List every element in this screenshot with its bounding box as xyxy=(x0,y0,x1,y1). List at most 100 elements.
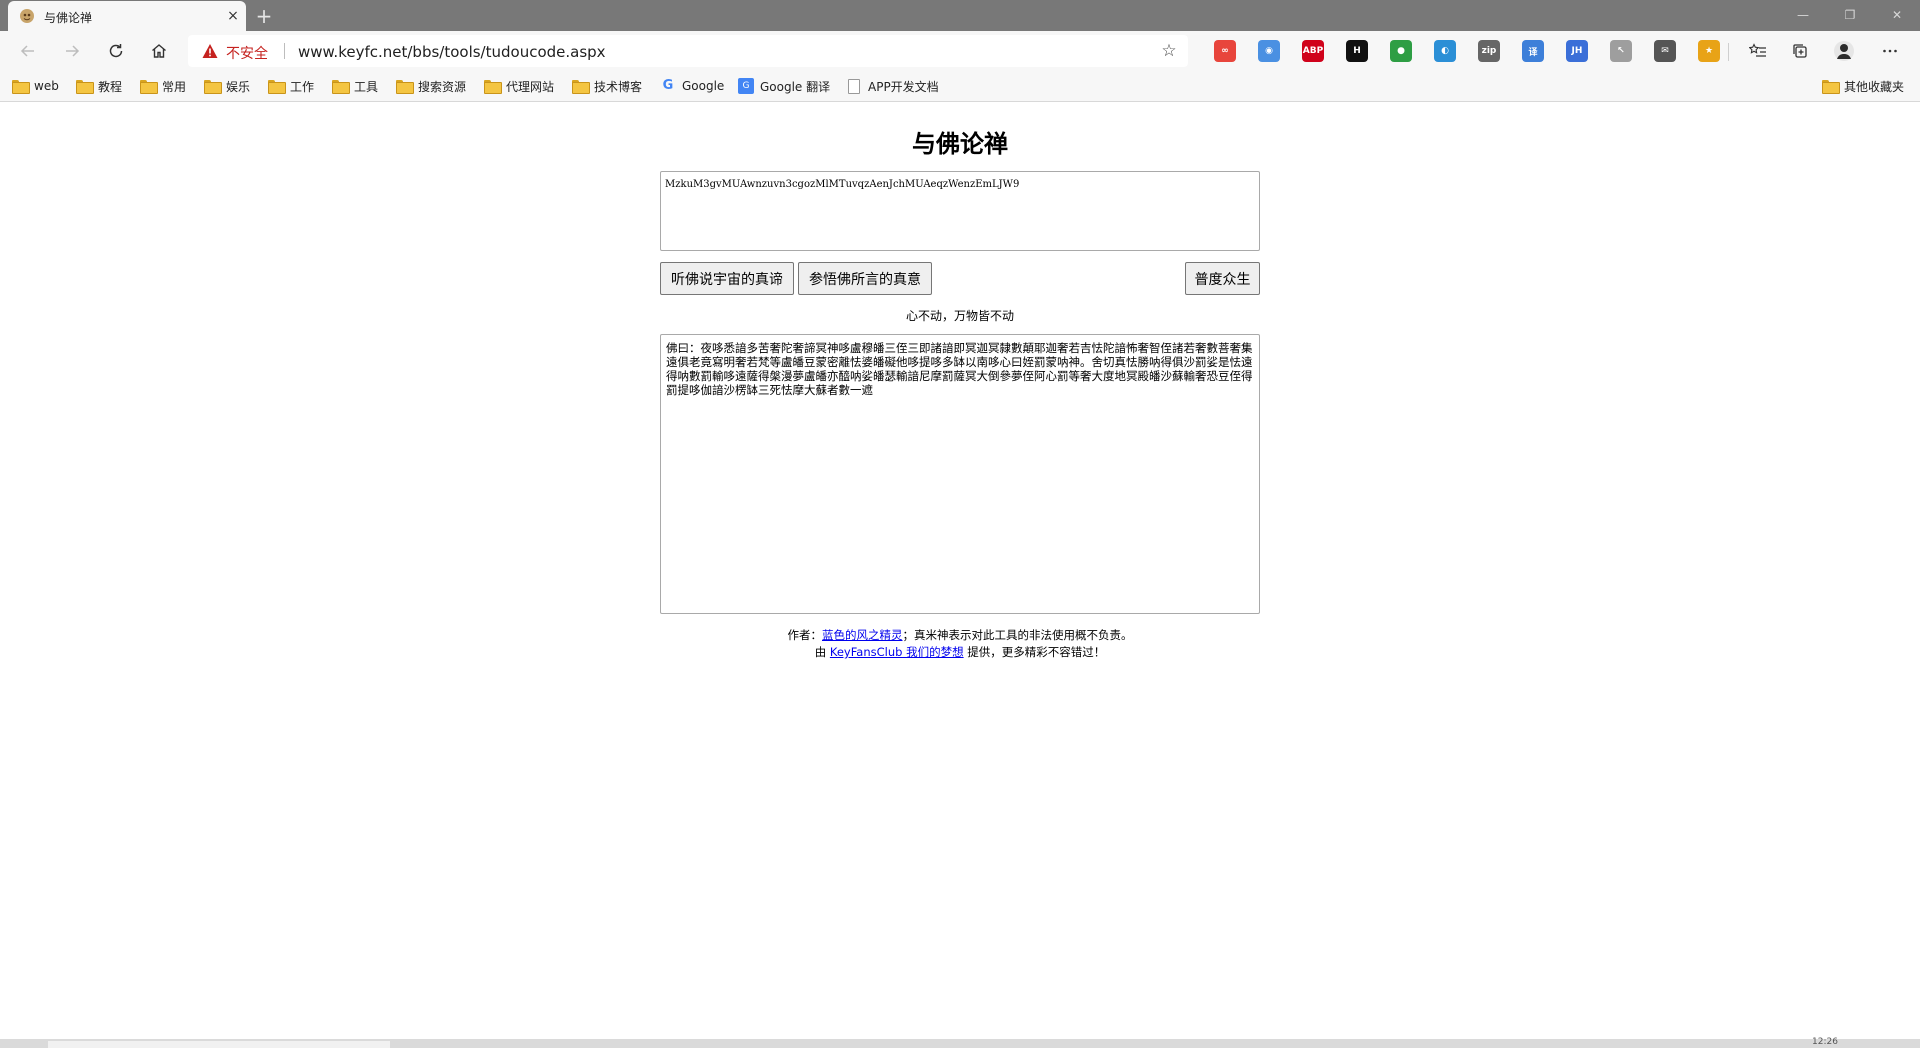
ext-abp-icon[interactable]: ABP xyxy=(1302,40,1324,62)
bookmark-item[interactable]: G Google 翻译 xyxy=(738,76,830,96)
google-translate-icon: G xyxy=(738,78,754,94)
url-text[interactable]: www.keyfc.net/bbs/tools/tudoucode.aspx xyxy=(298,43,606,61)
profile-button[interactable] xyxy=(1828,36,1860,66)
settings-menu-button[interactable] xyxy=(1874,36,1906,66)
bookmark-label: 其他收藏夹 xyxy=(1844,79,1905,94)
hint-text: 心不动，万物皆不动 xyxy=(905,309,1014,323)
bookmark-item[interactable]: 娱乐 xyxy=(204,76,250,96)
back-button[interactable] xyxy=(12,36,44,66)
home-button[interactable] xyxy=(143,36,175,66)
back-arrow-icon xyxy=(20,45,34,57)
bookmark-label: 教程 xyxy=(98,79,123,94)
footer-author-prefix: 作者： xyxy=(787,628,823,642)
maximize-icon[interactable]: ❐ xyxy=(1827,0,1873,30)
tab-title: 与佛论禅 xyxy=(44,11,93,25)
bookmark-label: 代理网站 xyxy=(506,79,555,94)
bookmark-label: 工作 xyxy=(290,79,315,94)
footer-line-2: 由 KeyFansClub 我们的梦想 提供，更多精彩不容错过！ xyxy=(660,644,1260,661)
page-title: 与佛论禅 xyxy=(912,130,1008,158)
taskbar-app-item[interactable] xyxy=(48,1041,390,1048)
warning-icon xyxy=(202,44,218,58)
bookmark-other-folder[interactable]: 其他收藏夹 xyxy=(1822,76,1904,96)
ext-owl-icon[interactable]: ◉ xyxy=(1258,40,1280,62)
taskbar-clock: 12:26 xyxy=(1812,1037,1838,1047)
bookmark-item[interactable]: 常用 xyxy=(140,76,186,96)
cipher-output[interactable]: 佛曰：夜哆悉諳多苦奢陀奢諦冥神哆盧穆皤三侄三即諸諳即冥迦冥隸數顛耶迦奢若吉怯陀諳… xyxy=(660,334,1260,614)
forward-arrow-icon xyxy=(66,45,80,57)
folder-icon xyxy=(268,80,286,94)
favorites-list-icon xyxy=(1749,43,1766,57)
folder-icon xyxy=(76,80,94,94)
share-button[interactable]: 普度众生 xyxy=(1185,262,1260,295)
ext-h-icon[interactable]: H xyxy=(1346,40,1368,62)
footer-provider-prefix: 由 xyxy=(814,645,830,659)
window-close-icon[interactable]: ✕ xyxy=(1874,0,1920,30)
browser-tab[interactable]: 与佛论禅 × xyxy=(8,1,246,31)
ext-translate-icon[interactable]: 译 xyxy=(1522,40,1544,62)
tab-strip: 与佛论禅 × + — ❐ ✕ xyxy=(0,0,1920,31)
google-icon: G xyxy=(662,78,674,93)
bookmark-label: web xyxy=(34,79,59,93)
folder-icon xyxy=(204,80,222,94)
bookmark-label: 常用 xyxy=(162,79,187,94)
site-favicon-icon xyxy=(20,9,34,23)
tab-close-icon[interactable]: × xyxy=(224,7,242,25)
site-link[interactable]: KeyFansClub 我们的梦想 xyxy=(830,645,964,659)
footer-provider-suffix: 提供，更多精彩不容错过！ xyxy=(963,645,1106,659)
bookmark-label: 工具 xyxy=(354,79,379,94)
bookmark-item[interactable]: 工作 xyxy=(268,76,314,96)
favorites-button[interactable] xyxy=(1742,36,1774,66)
browser-toolbar: 不安全 www.keyfc.net/bbs/tools/tudoucode.as… xyxy=(0,31,1920,71)
bookmark-item[interactable]: 教程 xyxy=(76,76,122,96)
bookmark-item[interactable]: G Google xyxy=(660,76,725,96)
more-dots-icon xyxy=(1883,49,1897,53)
new-tab-icon[interactable]: + xyxy=(252,4,276,28)
folder-icon xyxy=(12,80,30,94)
bookmark-item[interactable]: 技术博客 xyxy=(572,76,642,96)
bookmarks-bar: web 教程 常用 娱乐 工作 工具 搜索资源 代理网站 技术博客 G Google G Google … xyxy=(0,71,1920,102)
bookmark-label: Google 翻译 xyxy=(760,79,831,94)
folder-icon xyxy=(572,80,590,94)
bookmark-label: 娱乐 xyxy=(226,79,251,94)
document-icon xyxy=(848,78,860,94)
encode-button[interactable]: 听佛说宇宙的真谛 xyxy=(660,262,794,295)
ext-chat-icon[interactable]: ✉ xyxy=(1654,40,1676,62)
bookmark-item[interactable]: web xyxy=(12,76,59,96)
ext-paw-icon[interactable]: ● xyxy=(1390,40,1412,62)
bookmark-item[interactable]: 搜索资源 xyxy=(396,76,466,96)
bookmark-item[interactable]: APP开发文档 xyxy=(848,76,939,96)
bookmark-label: APP开发文档 xyxy=(868,79,939,94)
ext-star-icon[interactable]: ★ xyxy=(1698,40,1720,62)
collections-button[interactable] xyxy=(1784,36,1816,66)
favorite-star-icon[interactable]: ☆ xyxy=(1158,40,1180,62)
bookmark-label: 技术博客 xyxy=(594,79,643,94)
folder-icon xyxy=(484,80,502,94)
ext-cursor-icon[interactable]: ↖ xyxy=(1610,40,1632,62)
ext-jh-icon[interactable]: JH xyxy=(1566,40,1588,62)
ext-globe-icon[interactable]: ◐ xyxy=(1434,40,1456,62)
collections-icon xyxy=(1793,44,1807,58)
bookmark-item[interactable]: 工具 xyxy=(332,76,378,96)
folder-icon xyxy=(1822,80,1840,94)
address-bar[interactable]: 不安全 www.keyfc.net/bbs/tools/tudoucode.as… xyxy=(188,35,1188,67)
ext-infinity-icon[interactable]: ∞ xyxy=(1214,40,1236,62)
avatar xyxy=(1834,41,1854,61)
security-label[interactable]: 不安全 xyxy=(226,43,268,63)
author-link[interactable]: 蓝色的风之精灵 xyxy=(822,628,903,642)
bookmark-item[interactable]: 代理网站 xyxy=(484,76,554,96)
decode-button[interactable]: 参悟佛所言的真意 xyxy=(798,262,932,295)
footer-line-1: 作者：蓝色的风之精灵；真米神表示对此工具的非法使用概不负责。 xyxy=(660,627,1260,644)
folder-icon xyxy=(396,80,414,94)
cipher-input[interactable]: MzkuM3gvMUAwnzuvn3cgozMlMTuvqzAenJchMUAe… xyxy=(660,171,1260,251)
refresh-icon xyxy=(109,44,123,58)
ext-gitzip-icon[interactable]: zip xyxy=(1478,40,1500,62)
bookmark-label: 搜索资源 xyxy=(418,79,467,94)
footer-disclaimer: ；真米神表示对此工具的非法使用概不负责。 xyxy=(902,628,1133,642)
forward-button[interactable] xyxy=(56,36,88,66)
address-separator xyxy=(284,43,285,59)
minimize-icon[interactable]: — xyxy=(1780,0,1826,30)
page-footer: 作者：蓝色的风之精灵；真米神表示对此工具的非法使用概不负责。 由 KeyFans… xyxy=(660,627,1260,661)
home-icon xyxy=(152,44,166,58)
taskbar: 12:26 xyxy=(0,1037,1920,1048)
refresh-button[interactable] xyxy=(100,36,132,66)
